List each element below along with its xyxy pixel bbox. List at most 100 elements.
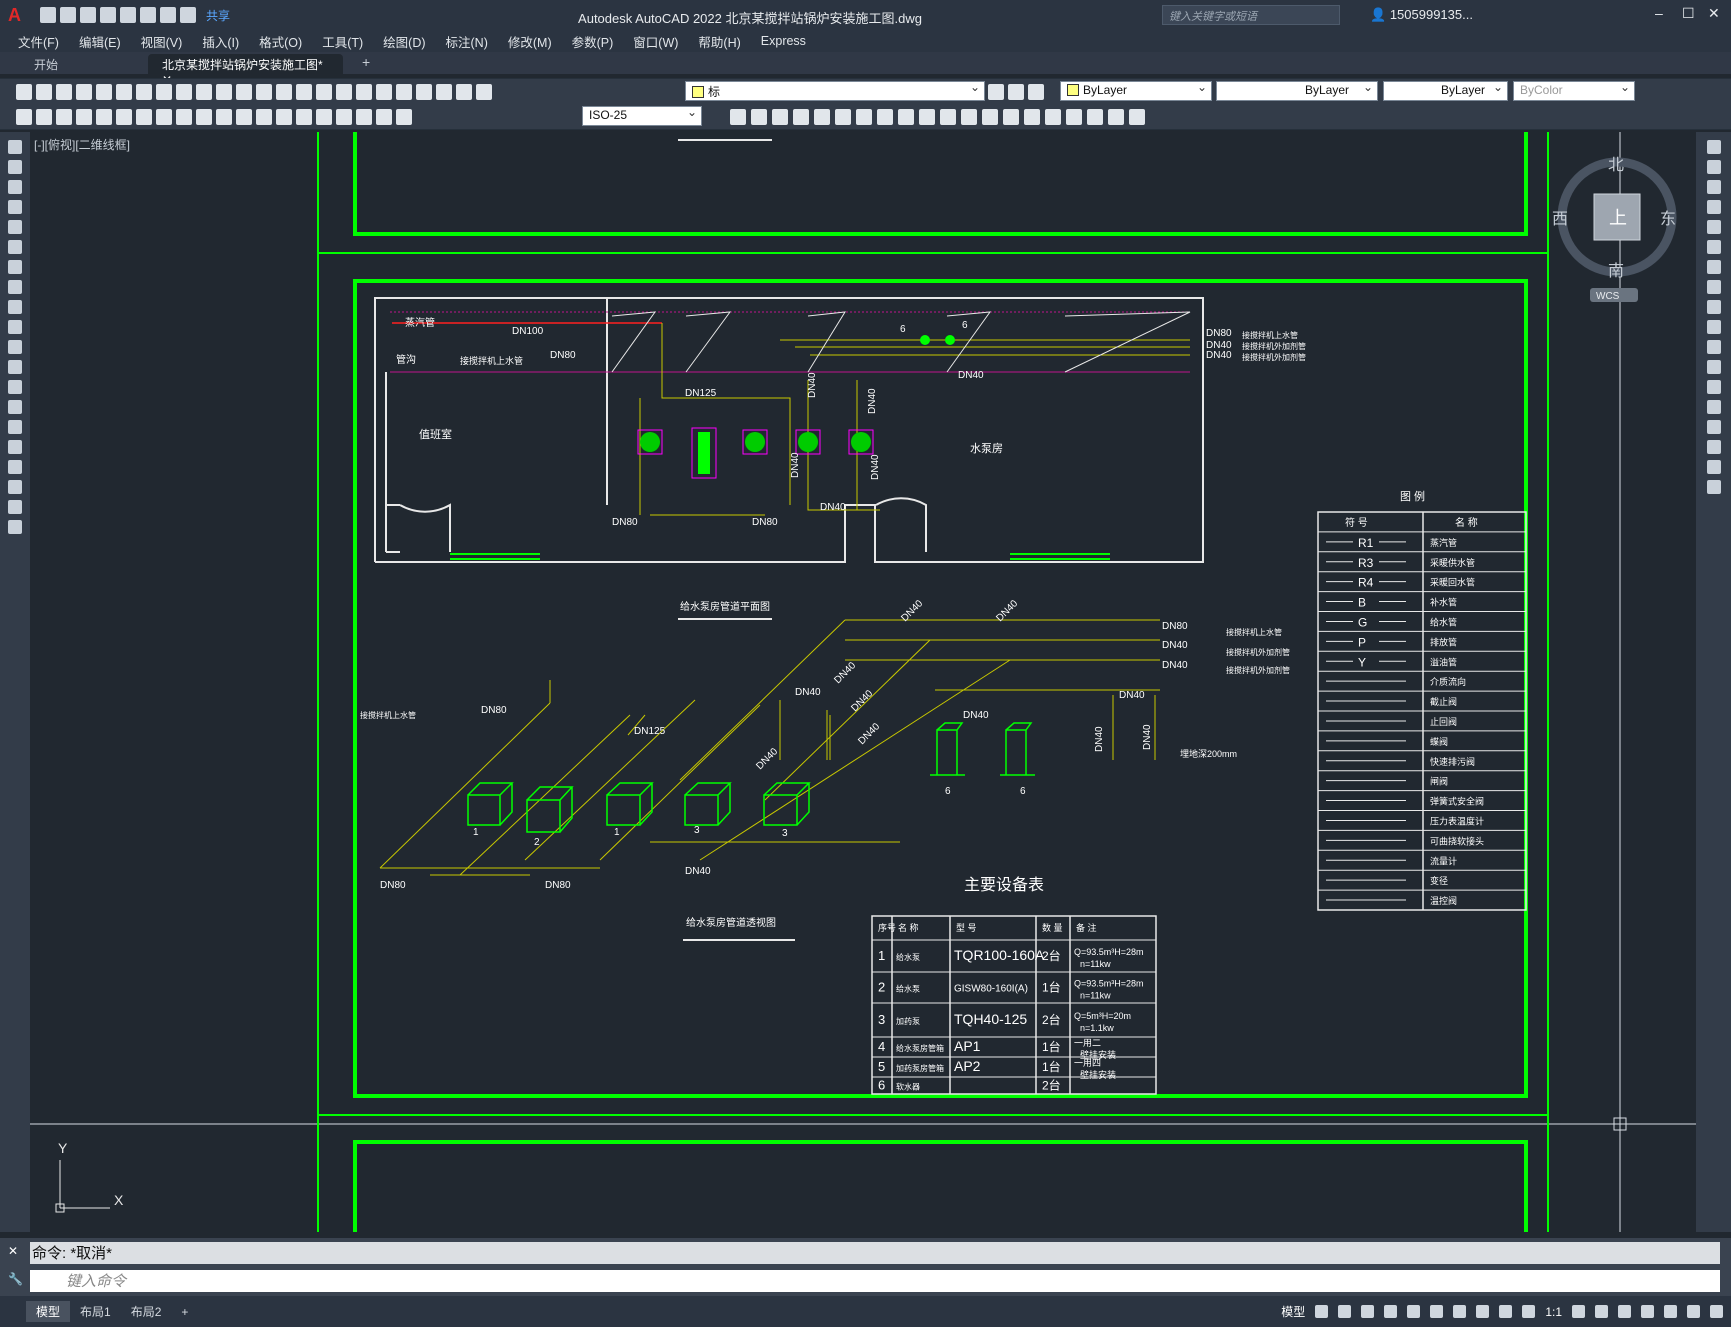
revcloud-icon[interactable] [8,280,22,294]
open-icon[interactable] [36,84,52,100]
mirror-side-icon[interactable] [1706,180,1721,194]
isodraft-icon[interactable] [1407,1305,1421,1318]
quick-dim-icon[interactable] [176,109,192,125]
region-icon[interactable] [8,460,22,474]
continue-icon[interactable] [216,109,232,125]
sheet-set-icon[interactable] [396,84,412,100]
help-icon[interactable] [456,84,472,100]
close-button[interactable]: ✕ [1708,5,1720,22]
dim-update-icon[interactable] [396,109,412,125]
ellipse-icon[interactable] [8,320,22,334]
space-icon[interactable] [236,109,252,125]
object-tracking-icon[interactable] [1430,1305,1444,1318]
close-cmd-icon[interactable]: ✕ [8,1244,18,1258]
grid-icon[interactable] [1315,1305,1329,1318]
fillet-side-icon[interactable] [1706,440,1721,454]
design-center-icon[interactable] [356,84,372,100]
snap-icon[interactable] [1338,1305,1352,1318]
user-account[interactable]: 👤 1505999135... [1370,7,1473,23]
viewcube[interactable]: 上 北 南 东 西 WCS [1552,152,1682,302]
menu-window[interactable]: 窗口(W) [623,32,688,51]
trim-icon[interactable] [919,109,935,125]
inspect-icon[interactable] [316,109,332,125]
offset-icon[interactable] [793,109,809,125]
aligned-dim-icon[interactable] [36,109,52,125]
ordinate-icon[interactable] [76,109,92,125]
paste-icon[interactable] [176,84,192,100]
block-icon[interactable] [1108,109,1124,125]
polyline-icon[interactable] [8,180,22,194]
polar-icon[interactable] [1384,1305,1398,1318]
polygon-icon[interactable] [8,200,22,214]
minimize-button[interactable]: – [1655,5,1663,21]
erase-side-icon[interactable] [1706,140,1721,154]
menu-edit[interactable]: 编辑(E) [69,32,131,51]
insert-icon[interactable] [8,360,22,374]
diameter-icon[interactable] [136,109,152,125]
fillet-icon[interactable] [1024,109,1040,125]
command-input[interactable]: 键入命令 [30,1270,1720,1292]
copy-obj-icon[interactable] [751,109,767,125]
lineweight-dropdown[interactable]: ByLayer [1383,80,1508,101]
move-side-icon[interactable] [1706,240,1721,254]
spline-icon[interactable] [8,300,22,314]
radius-icon[interactable] [96,109,112,125]
join-side-icon[interactable] [1706,400,1721,414]
chamfer-side-icon[interactable] [1706,420,1721,434]
array-icon[interactable] [814,109,830,125]
annotation-icon[interactable] [1499,1305,1513,1318]
pan-icon[interactable] [256,84,272,100]
publish-icon[interactable] [116,84,132,100]
menu-tools[interactable]: 工具(T) [312,32,373,51]
menu-dimension[interactable]: 标注(N) [436,32,498,51]
plotstyle-dropdown[interactable]: ByColor [1513,80,1635,101]
cut-icon[interactable] [136,84,152,100]
save-tool-icon[interactable] [56,84,72,100]
menu-draw[interactable]: 绘图(D) [373,32,435,51]
gradient-icon[interactable] [8,440,22,454]
customize-cmd-icon[interactable]: 🔧 [8,1272,23,1286]
ortho-icon[interactable] [1361,1305,1375,1318]
join-icon[interactable] [982,109,998,125]
ungroup-icon[interactable] [1087,109,1103,125]
tab-document[interactable]: 北京某搅拌站锅炉安装施工图* ✕ [148,54,343,87]
group-icon[interactable] [1066,109,1082,125]
chamfer-icon[interactable] [1003,109,1019,125]
jogged-icon[interactable] [116,109,132,125]
rectangle-icon[interactable] [8,220,22,234]
stretch-icon[interactable] [898,109,914,125]
angular-icon[interactable] [156,109,172,125]
dimstyle-dropdown[interactable]: ISO-25 [582,105,702,126]
extend-icon[interactable] [940,109,956,125]
dim-text-edit-icon[interactable] [376,109,392,125]
layer-dropdown[interactable]: 标 [685,80,985,101]
break-side-icon[interactable] [1706,380,1721,394]
markup-icon[interactable] [416,84,432,100]
plot-tool-icon[interactable] [76,84,92,100]
drawing-canvas[interactable]: [-][俯视][二维线框] 蒸汽管 管沟 接搅拌机上水管 DN100 DN80 … [30,132,1696,1232]
make-block-icon[interactable] [8,380,22,394]
qnew-icon[interactable] [16,84,32,100]
break-icon[interactable] [256,109,272,125]
maximize-button[interactable]: ☐ [1682,5,1695,22]
jog-linear-icon[interactable] [336,109,352,125]
rotate-icon[interactable] [856,109,872,125]
properties-icon[interactable] [336,84,352,100]
extend-side-icon[interactable] [1706,340,1721,354]
layer-properties-icon[interactable] [476,84,492,100]
menu-file[interactable]: 文件(F) [8,32,69,51]
linetype-dropdown[interactable]: ByLayer [1216,80,1378,101]
array-side-icon[interactable] [1706,220,1721,234]
copy-icon[interactable] [156,84,172,100]
insert-block-icon[interactable] [1129,109,1145,125]
point-icon[interactable] [8,400,22,414]
tab-layout1[interactable]: 布局1 [70,1301,121,1322]
center-mark-icon[interactable] [296,109,312,125]
lineweight-icon[interactable] [1476,1305,1490,1318]
preview-icon[interactable] [96,84,112,100]
circle-icon[interactable] [8,260,22,274]
tab-layout2[interactable]: 布局2 [121,1301,172,1322]
quick-props-icon[interactable] [1641,1305,1654,1318]
hatch-icon[interactable] [8,420,22,434]
tab-start[interactable]: 开始 [20,54,72,74]
